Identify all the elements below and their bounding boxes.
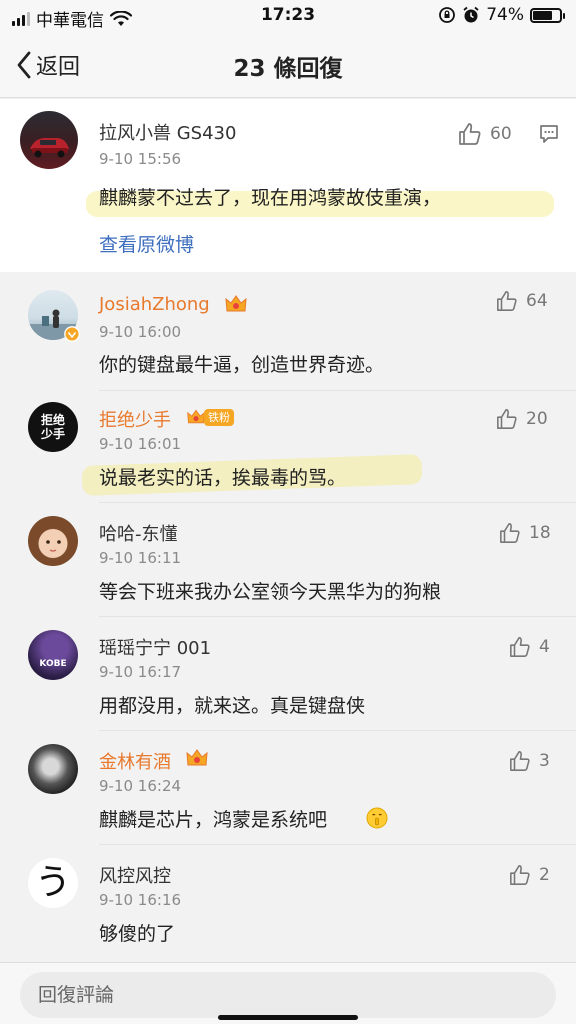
vip-crown-icon: [186, 749, 208, 766]
verified-badge-icon: [64, 326, 80, 342]
battery-percentage: 74%: [486, 5, 524, 25]
divider: [99, 616, 576, 617]
divider: [99, 844, 576, 845]
reply-time: 9-10 16:24: [99, 777, 182, 795]
reply-comment-input[interactable]: [20, 972, 556, 1018]
thumbs-up-icon: [497, 409, 517, 429]
avatar[interactable]: う: [28, 858, 78, 908]
like-count: 18: [529, 523, 551, 543]
thumbs-up-icon: [500, 523, 520, 543]
thumbs-up-icon: [510, 865, 530, 885]
comment-time: 9-10 15:56: [99, 150, 182, 168]
reply-list: JosiahZhong 9-10 16:00 你的键盘最牛逼，创造世界奇迹。 6…: [0, 274, 576, 964]
reply-time: 9-10 16:00: [99, 323, 182, 341]
like-button[interactable]: 4: [509, 636, 550, 658]
reply-time: 9-10 16:17: [99, 663, 182, 681]
reply-time: 9-10 16:11: [99, 549, 182, 567]
like-button[interactable]: 64: [496, 290, 548, 312]
reply-time: 9-10 16:16: [99, 891, 182, 909]
thumbs-up-icon: [459, 123, 481, 145]
like-count: 64: [526, 291, 548, 311]
home-indicator: [218, 1015, 358, 1020]
girl-portrait-icon: [46, 540, 61, 552]
reply-time: 9-10 16:01: [99, 435, 182, 453]
rotation-lock-icon: [439, 7, 456, 23]
avatar-text: う: [34, 862, 71, 903]
user-name[interactable]: 金林有酒: [99, 748, 171, 774]
like-count: 4: [539, 637, 550, 657]
reply-text: 等会下班来我办公室领今天黑华为的狗粮: [99, 581, 442, 603]
navigation-bar: 返回 23 條回復: [0, 32, 576, 98]
alarm-icon: [463, 6, 479, 23]
view-original-link[interactable]: 查看原微博: [99, 230, 194, 257]
avatar-text: 拒绝 少手: [40, 413, 65, 441]
avatar[interactable]: [20, 111, 78, 169]
status-right: 74%: [438, 5, 565, 25]
like-button[interactable]: 2: [509, 864, 550, 886]
avatar[interactable]: 拒绝 少手: [28, 402, 78, 452]
thumbs-up-icon: [497, 291, 517, 311]
like-count: 60: [490, 124, 512, 144]
back-button[interactable]: 返回: [16, 49, 80, 81]
divider: [99, 730, 576, 731]
divider: [99, 390, 576, 391]
like-count: 20: [526, 409, 548, 429]
like-button[interactable]: 20: [496, 408, 548, 430]
user-name[interactable]: 拉风小兽 GS430: [99, 119, 236, 145]
comment-icon[interactable]: [539, 124, 559, 144]
car-image-icon: [30, 138, 69, 158]
battery-icon: [530, 7, 565, 23]
like-button[interactable]: 3: [509, 750, 550, 772]
avatar[interactable]: [28, 516, 78, 566]
user-name[interactable]: 瑶瑶宁宁 001: [99, 634, 211, 660]
avatar-text: KOBE: [39, 659, 67, 669]
like-button[interactable]: 60: [458, 122, 512, 146]
thumbs-up-icon: [510, 637, 530, 657]
thumbs-up-icon: [510, 751, 530, 771]
reply-text: 够傻的了: [99, 923, 176, 945]
like-count: 3: [539, 751, 550, 771]
user-name[interactable]: JosiahZhong: [99, 294, 210, 315]
vip-crown-icon: [225, 295, 247, 312]
chevron-left-icon: [17, 51, 31, 79]
divider: [99, 502, 576, 503]
like-button[interactable]: 18: [499, 522, 551, 544]
user-name[interactable]: 拒绝少手: [99, 406, 171, 432]
user-name[interactable]: 风控风控: [99, 862, 171, 888]
reply-text: 说最老实的话，挨最毒的骂。: [99, 467, 347, 489]
reply-text: 麒麟是芯片，鸿蒙是系统吧: [99, 809, 328, 831]
fan-badge: 铁粉: [204, 409, 234, 426]
page-title: 23 條回復: [233, 56, 343, 82]
like-count: 2: [539, 865, 550, 885]
reply-text: 你的键盘最牛逼，创造世界奇迹。: [99, 354, 385, 376]
avatar[interactable]: KOBE: [28, 630, 78, 680]
status-bar: 中華電信 17:23 74%: [0, 0, 576, 32]
back-label: 返回: [36, 55, 81, 80]
comment-text: 麒麟蒙不过去了，现在用鸿蒙故伎重演，: [99, 187, 442, 209]
vip-crown-icon: [187, 409, 205, 424]
main-comment: 拉风小兽 GS430 9-10 15:56 60 麒麟蒙不过去了，现在用鸿蒙故伎…: [0, 99, 576, 272]
shush-emoji-icon: [366, 807, 388, 829]
avatar[interactable]: [28, 744, 78, 794]
reply-text: 用都没用，就来这。真是键盘侠: [99, 695, 366, 717]
user-name[interactable]: 哈哈-东懂: [99, 520, 178, 546]
